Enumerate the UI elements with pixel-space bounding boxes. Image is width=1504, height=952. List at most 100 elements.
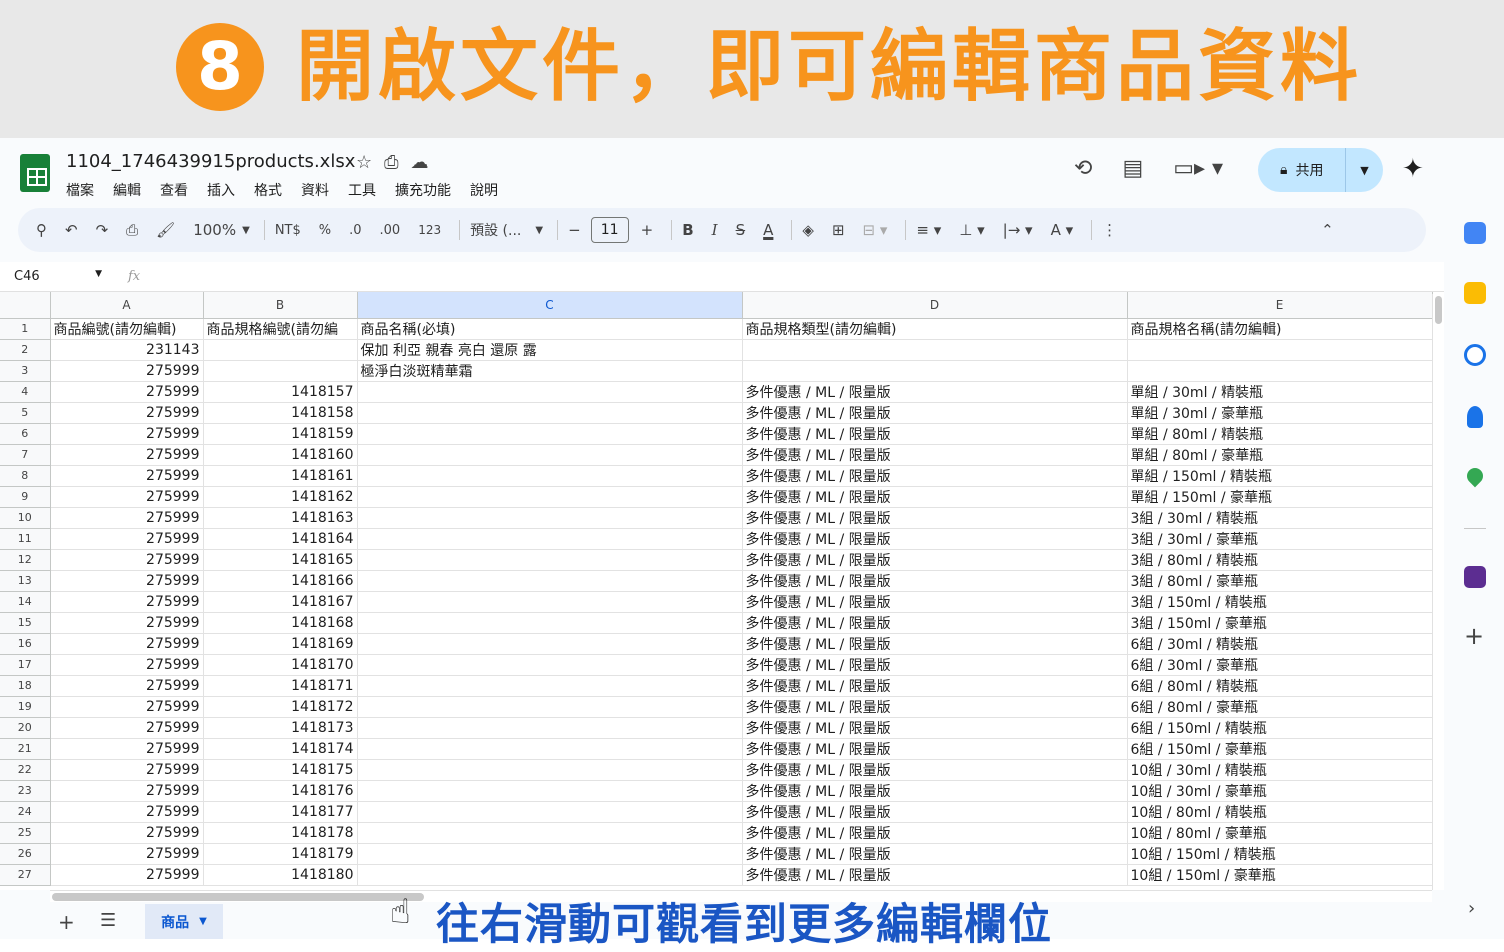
data-cell[interactable]: [1127, 360, 1433, 382]
data-cell[interactable]: [203, 339, 358, 361]
zoom-select[interactable]: 100%: [193, 221, 236, 239]
data-cell[interactable]: [357, 696, 743, 718]
row-header[interactable]: 12: [0, 549, 51, 571]
menu-insert[interactable]: 插入: [207, 180, 235, 200]
data-cell[interactable]: 275999: [50, 465, 204, 487]
vertical-scroll-thumb[interactable]: [1435, 296, 1442, 324]
more-options-icon[interactable]: ⋮: [1102, 221, 1117, 239]
data-cell[interactable]: 1418171: [203, 675, 358, 697]
row-header[interactable]: 5: [0, 402, 51, 424]
data-cell[interactable]: 保加 利亞 親春 亮白 還原 露: [357, 339, 743, 361]
data-cell[interactable]: 1418167: [203, 591, 358, 613]
data-cell[interactable]: 275999: [50, 780, 204, 802]
data-cell[interactable]: 10組 / 80ml / 豪華瓶: [1127, 822, 1433, 844]
keep-icon[interactable]: [1464, 282, 1486, 304]
paint-format-icon[interactable]: 🖌︎: [156, 221, 175, 239]
currency-format-button[interactable]: NT$: [275, 223, 301, 238]
sheets-logo-icon[interactable]: [20, 154, 50, 192]
data-cell[interactable]: 多件優惠 / ML / 限量版: [742, 780, 1128, 802]
data-cell[interactable]: 單組 / 150ml / 豪華瓶: [1127, 486, 1433, 508]
add-sheet-icon[interactable]: +: [58, 910, 75, 934]
vertical-scrollbar[interactable]: [1432, 294, 1444, 890]
data-cell[interactable]: 1418177: [203, 801, 358, 823]
data-cell[interactable]: 單組 / 80ml / 精裝瓶: [1127, 423, 1433, 445]
data-cell[interactable]: [742, 360, 1128, 382]
data-cell[interactable]: 多件優惠 / ML / 限量版: [742, 591, 1128, 613]
undo-icon[interactable]: ↶: [65, 221, 78, 239]
data-cell[interactable]: 275999: [50, 864, 204, 886]
name-box[interactable]: C46 ▼: [0, 269, 112, 284]
data-cell[interactable]: 多件優惠 / ML / 限量版: [742, 864, 1128, 886]
data-cell[interactable]: 單組 / 80ml / 豪華瓶: [1127, 444, 1433, 466]
data-cell[interactable]: 275999: [50, 381, 204, 403]
data-cell[interactable]: 多件優惠 / ML / 限量版: [742, 696, 1128, 718]
data-cell[interactable]: 3組 / 150ml / 豪華瓶: [1127, 612, 1433, 634]
data-cell[interactable]: [203, 360, 358, 382]
header-cell[interactable]: 商品名稱(必填): [357, 318, 743, 340]
data-cell[interactable]: 275999: [50, 633, 204, 655]
row-header[interactable]: 15: [0, 612, 51, 634]
row-header[interactable]: 3: [0, 360, 51, 382]
data-cell[interactable]: 275999: [50, 528, 204, 550]
data-cell[interactable]: 1418176: [203, 780, 358, 802]
menu-edit[interactable]: 編輯: [113, 180, 141, 200]
comments-icon[interactable]: ▤: [1122, 156, 1143, 181]
row-header[interactable]: 10: [0, 507, 51, 529]
data-cell[interactable]: 275999: [50, 549, 204, 571]
row-header[interactable]: 18: [0, 675, 51, 697]
data-cell[interactable]: 多件優惠 / ML / 限量版: [742, 822, 1128, 844]
data-cell[interactable]: 多件優惠 / ML / 限量版: [742, 675, 1128, 697]
data-cell[interactable]: 多件優惠 / ML / 限量版: [742, 570, 1128, 592]
data-cell[interactable]: 6組 / 30ml / 豪華瓶: [1127, 654, 1433, 676]
data-cell[interactable]: 1418157: [203, 381, 358, 403]
share-button[interactable]: 🔒︎ 共用 ▼: [1258, 148, 1383, 192]
decrease-font-size-icon[interactable]: −: [568, 221, 581, 239]
data-cell[interactable]: 10組 / 150ml / 豪華瓶: [1127, 864, 1433, 886]
font-size-input[interactable]: 11: [590, 217, 629, 243]
bold-icon[interactable]: B: [682, 221, 693, 239]
data-cell[interactable]: 多件優惠 / ML / 限量版: [742, 654, 1128, 676]
merge-cells-icon[interactable]: ⊟ ▾: [863, 221, 888, 239]
data-cell[interactable]: 1418163: [203, 507, 358, 529]
column-header-b[interactable]: B: [203, 292, 358, 319]
all-sheets-icon[interactable]: ☰: [100, 910, 116, 931]
data-cell[interactable]: [357, 843, 743, 865]
data-cell[interactable]: 多件優惠 / ML / 限量版: [742, 549, 1128, 571]
data-cell[interactable]: 1418174: [203, 738, 358, 760]
menu-tools[interactable]: 工具: [348, 180, 376, 200]
font-select[interactable]: 預設 (...: [470, 220, 521, 240]
row-header[interactable]: 19: [0, 696, 51, 718]
row-header[interactable]: 27: [0, 864, 51, 886]
column-header-d[interactable]: D: [742, 292, 1128, 319]
column-header-c[interactable]: C: [357, 292, 743, 319]
cloud-status-icon[interactable]: ☁: [411, 152, 429, 173]
data-cell[interactable]: [357, 486, 743, 508]
row-header[interactable]: 17: [0, 654, 51, 676]
text-wrapping-icon[interactable]: |→ ▾: [1003, 221, 1033, 239]
data-cell[interactable]: 單組 / 30ml / 精裝瓶: [1127, 381, 1433, 403]
data-cell[interactable]: 1418173: [203, 717, 358, 739]
data-cell[interactable]: 275999: [50, 696, 204, 718]
row-header[interactable]: 4: [0, 381, 51, 403]
data-cell[interactable]: [357, 864, 743, 886]
data-cell[interactable]: 1418159: [203, 423, 358, 445]
data-cell[interactable]: 275999: [50, 843, 204, 865]
data-cell[interactable]: [357, 549, 743, 571]
redo-icon[interactable]: ↷: [96, 221, 109, 239]
row-header[interactable]: 11: [0, 528, 51, 550]
italic-icon[interactable]: I: [712, 221, 718, 239]
data-cell[interactable]: [742, 339, 1128, 361]
row-header[interactable]: 14: [0, 591, 51, 613]
data-cell[interactable]: 1418180: [203, 864, 358, 886]
menu-help[interactable]: 說明: [470, 180, 498, 200]
row-header[interactable]: 24: [0, 801, 51, 823]
meet-icon[interactable]: ▭▸ ▾: [1173, 156, 1223, 181]
data-cell[interactable]: 10組 / 150ml / 精裝瓶: [1127, 843, 1433, 865]
header-cell[interactable]: 商品規格類型(請勿編輯): [742, 318, 1128, 340]
data-cell[interactable]: [357, 570, 743, 592]
data-cell[interactable]: 3組 / 150ml / 精裝瓶: [1127, 591, 1433, 613]
star-icon[interactable]: ☆: [356, 152, 372, 173]
data-cell[interactable]: 10組 / 80ml / 精裝瓶: [1127, 801, 1433, 823]
data-cell[interactable]: 6組 / 80ml / 豪華瓶: [1127, 696, 1433, 718]
data-cell[interactable]: 3組 / 30ml / 豪華瓶: [1127, 528, 1433, 550]
